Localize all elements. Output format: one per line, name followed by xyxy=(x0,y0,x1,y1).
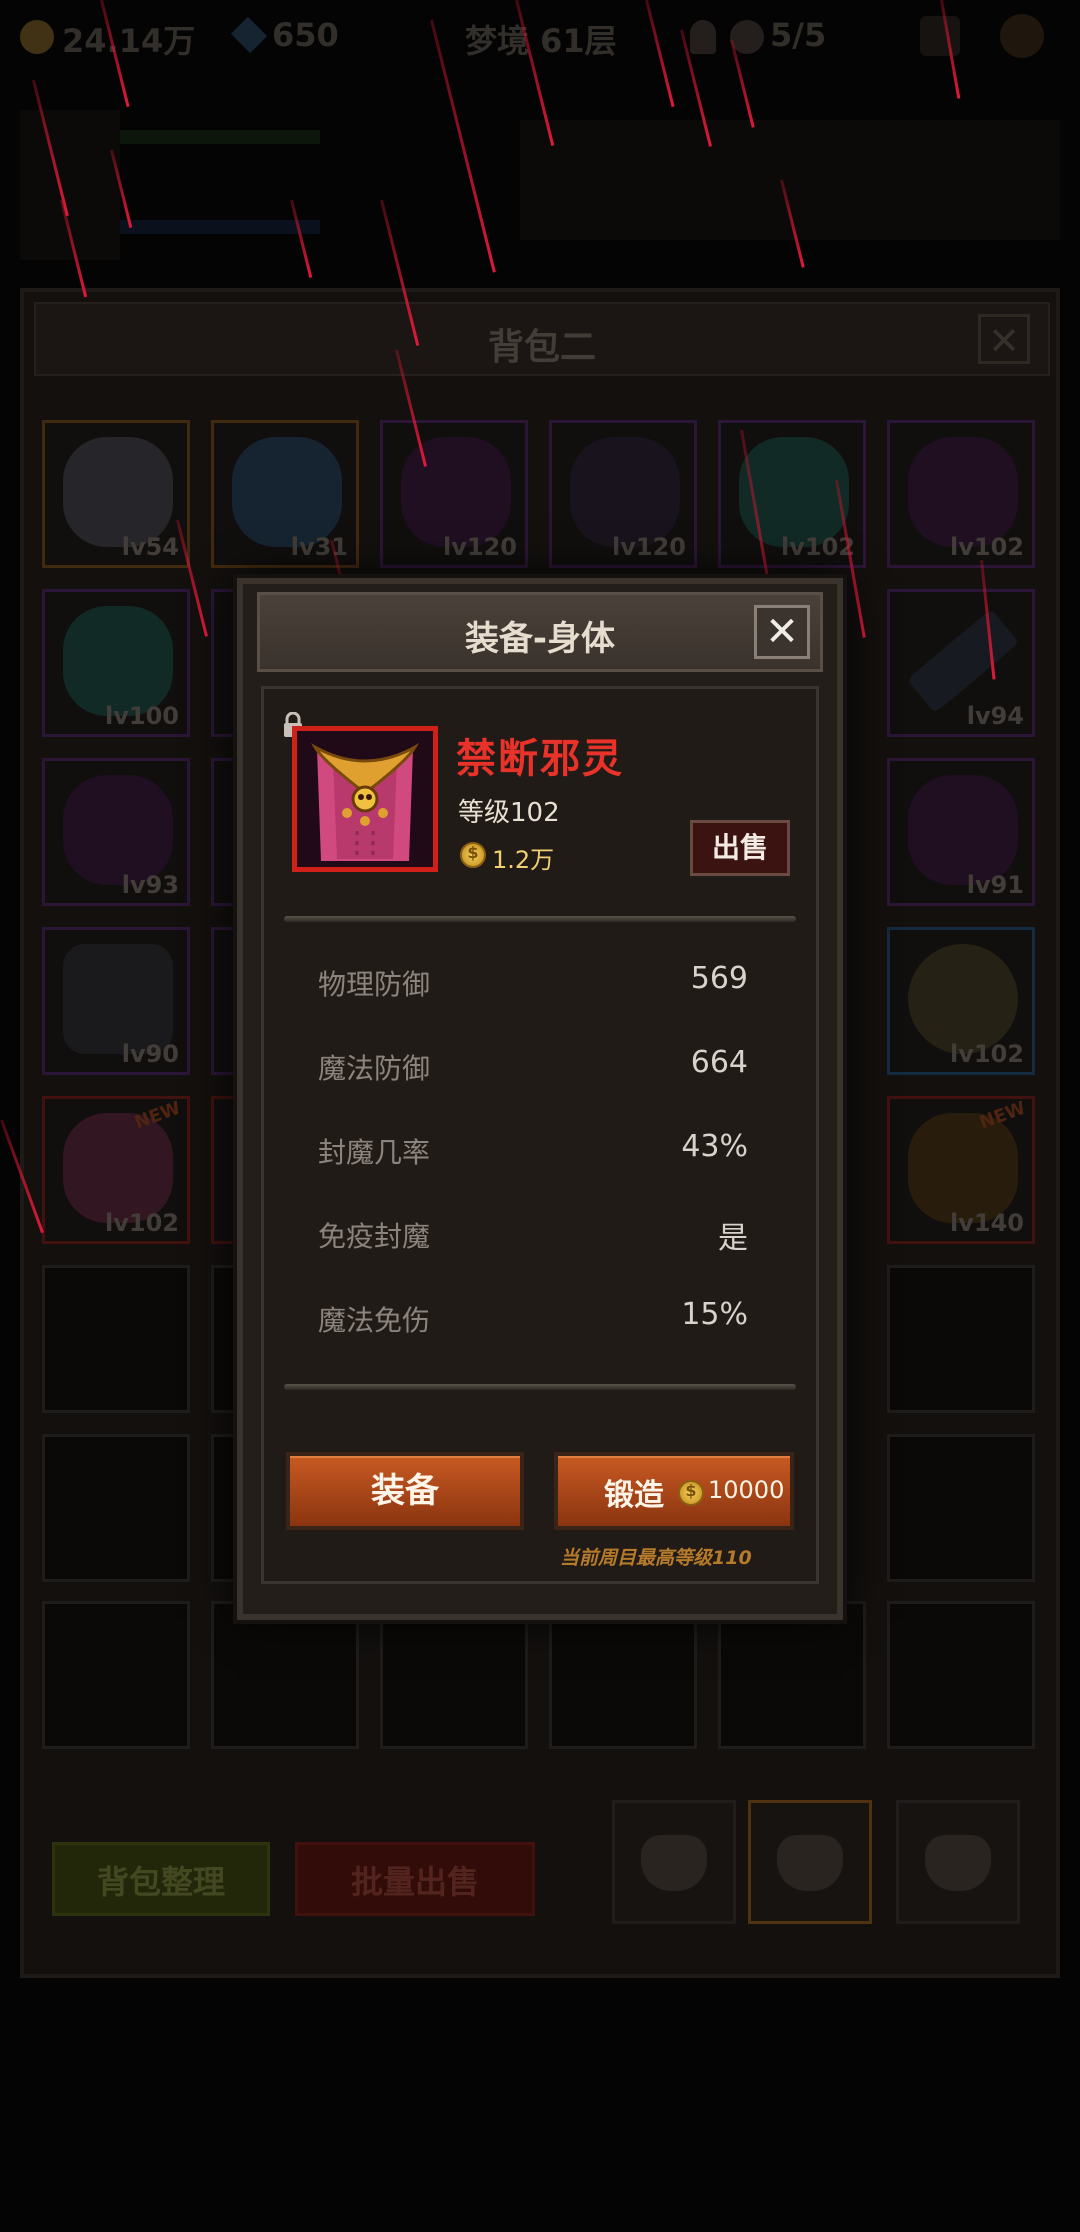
stat-label: 魔法防御 xyxy=(318,1052,431,1085)
stat-value: 569 xyxy=(690,961,748,996)
robe-icon xyxy=(297,731,433,867)
forge-button[interactable]: 锻造 10000 xyxy=(554,1452,794,1530)
divider xyxy=(284,916,796,922)
close-icon[interactable]: ✕ xyxy=(754,605,810,659)
stat-value: 43% xyxy=(681,1129,748,1164)
coin-icon xyxy=(460,842,486,868)
stat-value: 15% xyxy=(681,1297,748,1332)
coin-icon xyxy=(678,1480,704,1506)
item-portrait xyxy=(292,726,438,872)
stat-label: 物理防御 xyxy=(318,968,431,1001)
stat-label: 封魔几率 xyxy=(318,1136,431,1169)
dialog-title: 装备-身体 xyxy=(464,619,616,659)
stat-value: 664 xyxy=(690,1045,748,1080)
item-price: 1.2万 xyxy=(492,846,555,874)
forge-label: 锻造 xyxy=(604,1478,664,1513)
sell-button[interactable]: 出售 xyxy=(690,820,790,876)
item-name: 禁断邪灵 xyxy=(456,736,624,782)
stat-value: 是 xyxy=(718,1221,748,1256)
item-level: 等级102 xyxy=(458,798,560,828)
max-level-note: 当前周目最高等级110 xyxy=(560,1547,752,1569)
divider xyxy=(284,1384,796,1390)
stat-label: 免疫封魔 xyxy=(318,1220,431,1253)
stat-label: 魔法免伤 xyxy=(318,1304,431,1337)
forge-cost: 10000 xyxy=(708,1476,785,1504)
equip-button[interactable]: 装备 xyxy=(286,1452,524,1530)
dialog-header: 装备-身体 ✕ xyxy=(257,592,823,672)
